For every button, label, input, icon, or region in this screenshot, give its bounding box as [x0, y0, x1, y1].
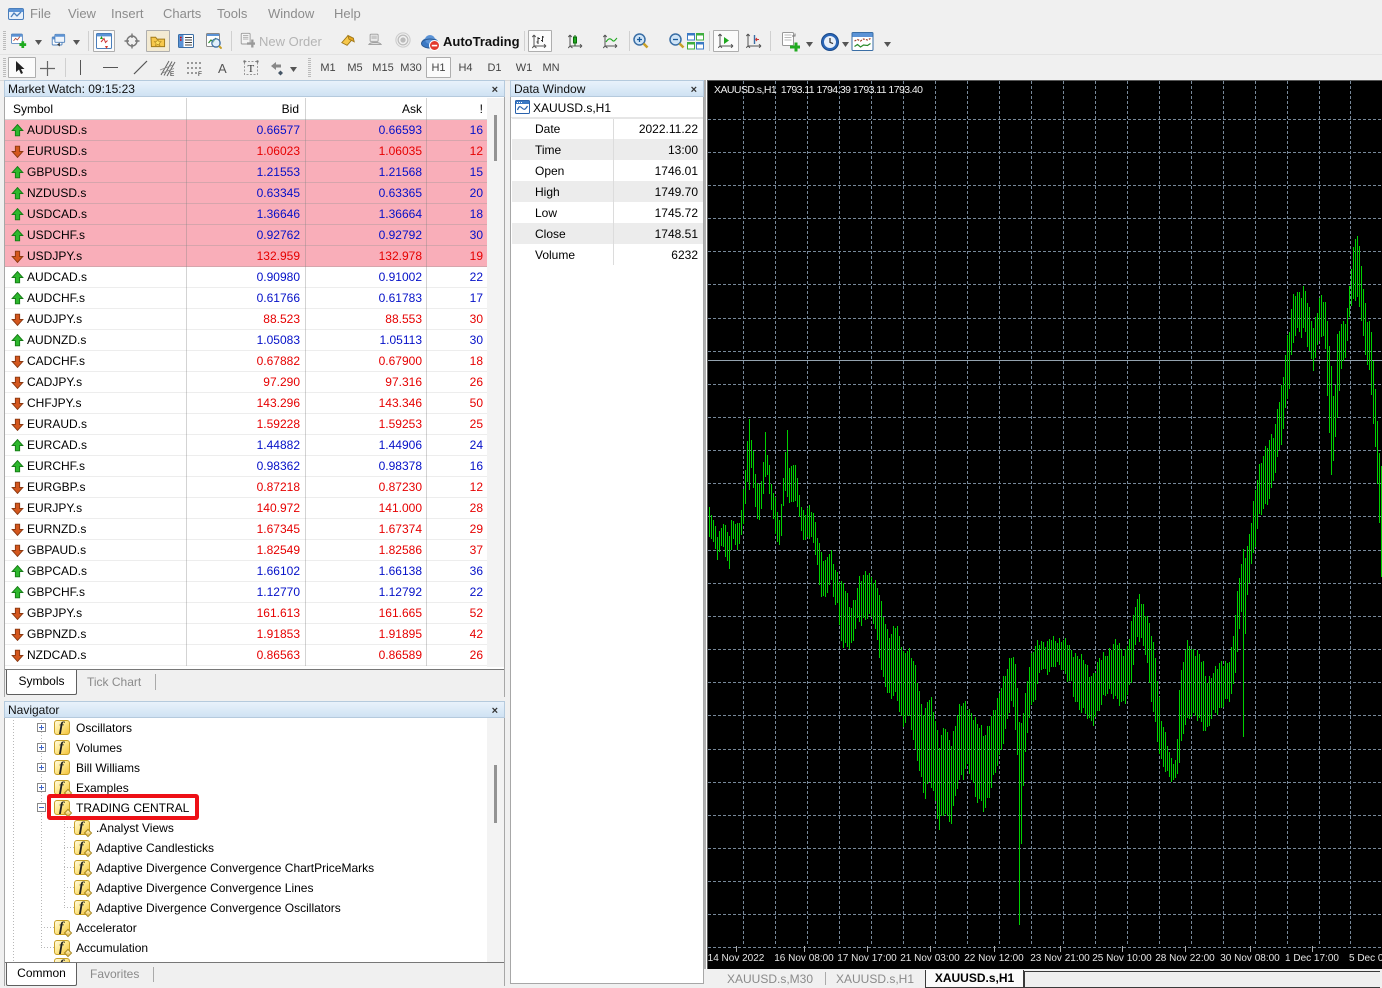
svg-text:21 Nov 03:00: 21 Nov 03:00 — [900, 953, 960, 964]
svg-text:14 Nov 2022: 14 Nov 2022 — [708, 953, 765, 964]
svg-text:16 Nov 08:00: 16 Nov 08:00 — [774, 953, 834, 964]
svg-text:25 Nov 10:00: 25 Nov 10:00 — [1092, 953, 1152, 964]
svg-text:17 Nov 17:00: 17 Nov 17:00 — [837, 953, 897, 964]
svg-text:F: F — [198, 71, 202, 77]
svg-text:23 Nov 21:00: 23 Nov 21:00 — [1030, 953, 1090, 964]
svg-text:22 Nov 12:00: 22 Nov 12:00 — [964, 953, 1024, 964]
svg-text:28 Nov 22:00: 28 Nov 22:00 — [1155, 953, 1215, 964]
svg-text:T: T — [248, 63, 255, 75]
svg-text:1 Dec 17:00: 1 Dec 17:00 — [1285, 953, 1339, 964]
svg-text:XAUUSD.s,H1 1793.11 1794.39 1: XAUUSD.s,H1 1793.11 1794.39 1793.11 1793… — [714, 84, 923, 96]
svg-text:E: E — [170, 71, 175, 77]
svg-text:30 Nov 08:00: 30 Nov 08:00 — [1220, 953, 1280, 964]
svg-text:5 Dec 0: 5 Dec 0 — [1349, 953, 1382, 964]
